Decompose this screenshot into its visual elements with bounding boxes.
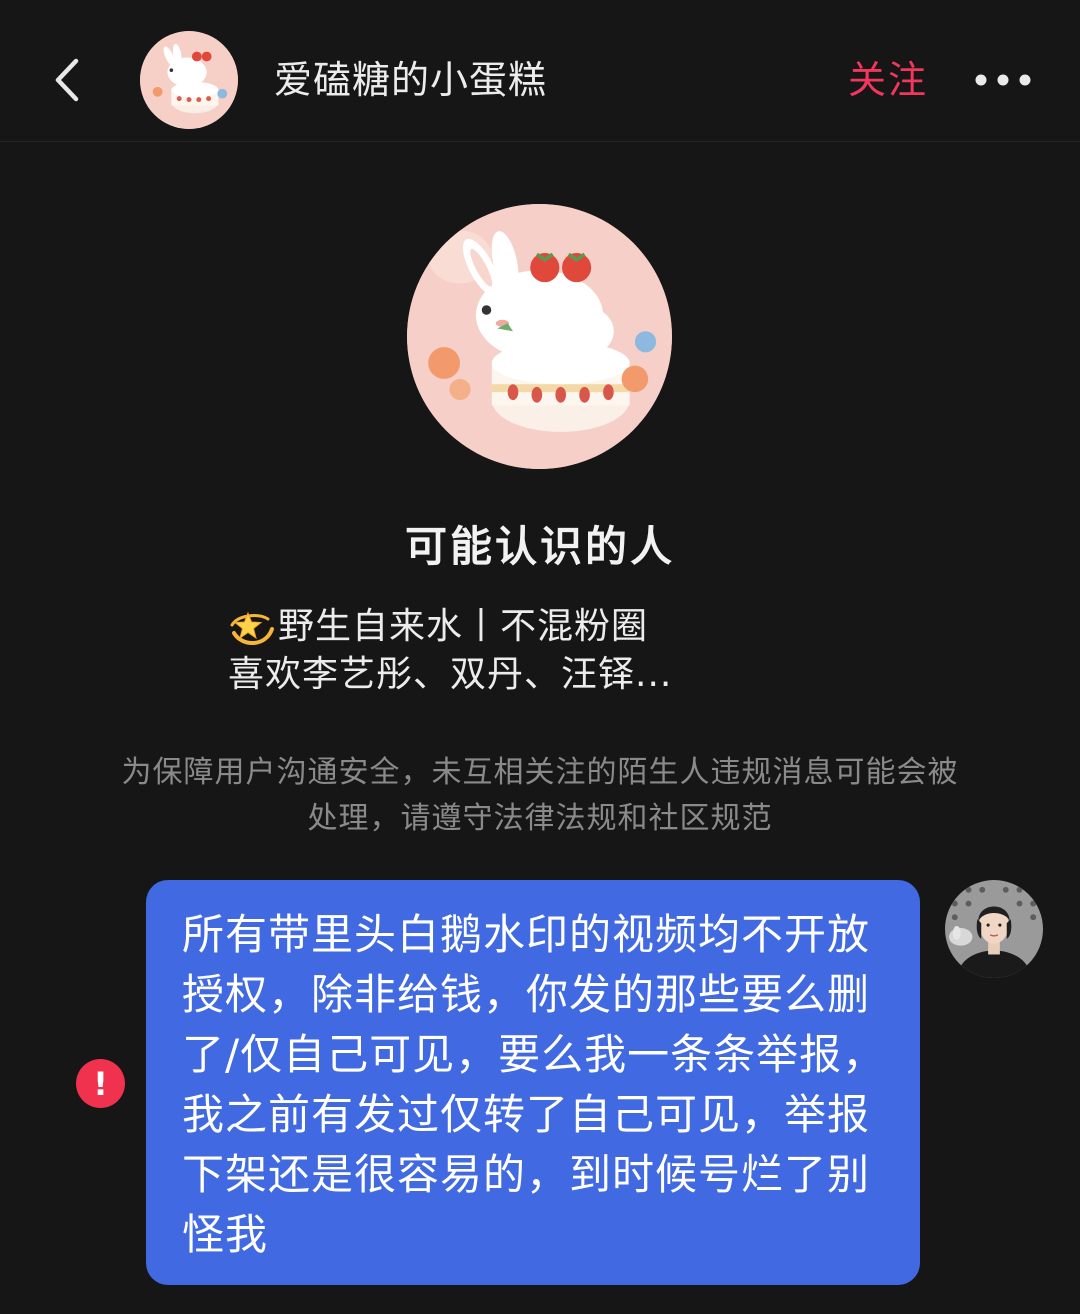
send-failed-icon[interactable]: ! <box>76 1059 125 1108</box>
bio-line: 喜欢李艺彤、双丹、汪铎... <box>228 651 748 699</box>
profile-bio: 野生自来水丨不混粉圈 喜欢李艺彤、双丹、汪铎... <box>228 603 748 699</box>
profile-title: 可能认识的人 <box>404 522 675 571</box>
profile-avatar[interactable] <box>407 204 672 469</box>
more-options-button[interactable] <box>970 60 1036 100</box>
chevron-left-icon <box>55 58 79 102</box>
bunny-cake-avatar-image <box>140 31 238 129</box>
bio-text-line1: 野生自来水丨不混粉圈 <box>278 606 649 647</box>
dizzy-star-icon <box>230 611 274 645</box>
chat-screen: 爱磕糖的小蛋糕 关注 可能认识的人 野生自来水丨不混粉圈 喜欢李艺彤、双丹、汪铎… <box>0 0 1080 1314</box>
chat-header: 爱磕糖的小蛋糕 关注 <box>0 0 1080 142</box>
user-photo-avatar-image <box>945 880 1043 978</box>
bunny-cake-avatar-image <box>407 204 672 469</box>
contact-name[interactable]: 爱磕糖的小蛋糕 <box>274 52 547 108</box>
message-bubble[interactable]: 所有带里头白鹅水印的视频均不开放授权，除非给钱，你发的那些要么删了/仅自己可见，… <box>146 880 920 1285</box>
follow-button[interactable]: 关注 <box>848 52 928 108</box>
back-button[interactable] <box>40 50 96 110</box>
more-dots-icon <box>975 74 1031 86</box>
bio-line: 野生自来水丨不混粉圈 <box>228 603 748 651</box>
contact-avatar[interactable] <box>140 31 238 129</box>
bio-text-line2: 喜欢李艺彤、双丹、汪铎... <box>228 654 673 695</box>
my-avatar[interactable] <box>945 880 1043 978</box>
safety-notice: 为保障用户沟通安全，未互相关注的陌生人违规消息可能会被处理，请遵守法律法规和社区… <box>121 755 959 836</box>
